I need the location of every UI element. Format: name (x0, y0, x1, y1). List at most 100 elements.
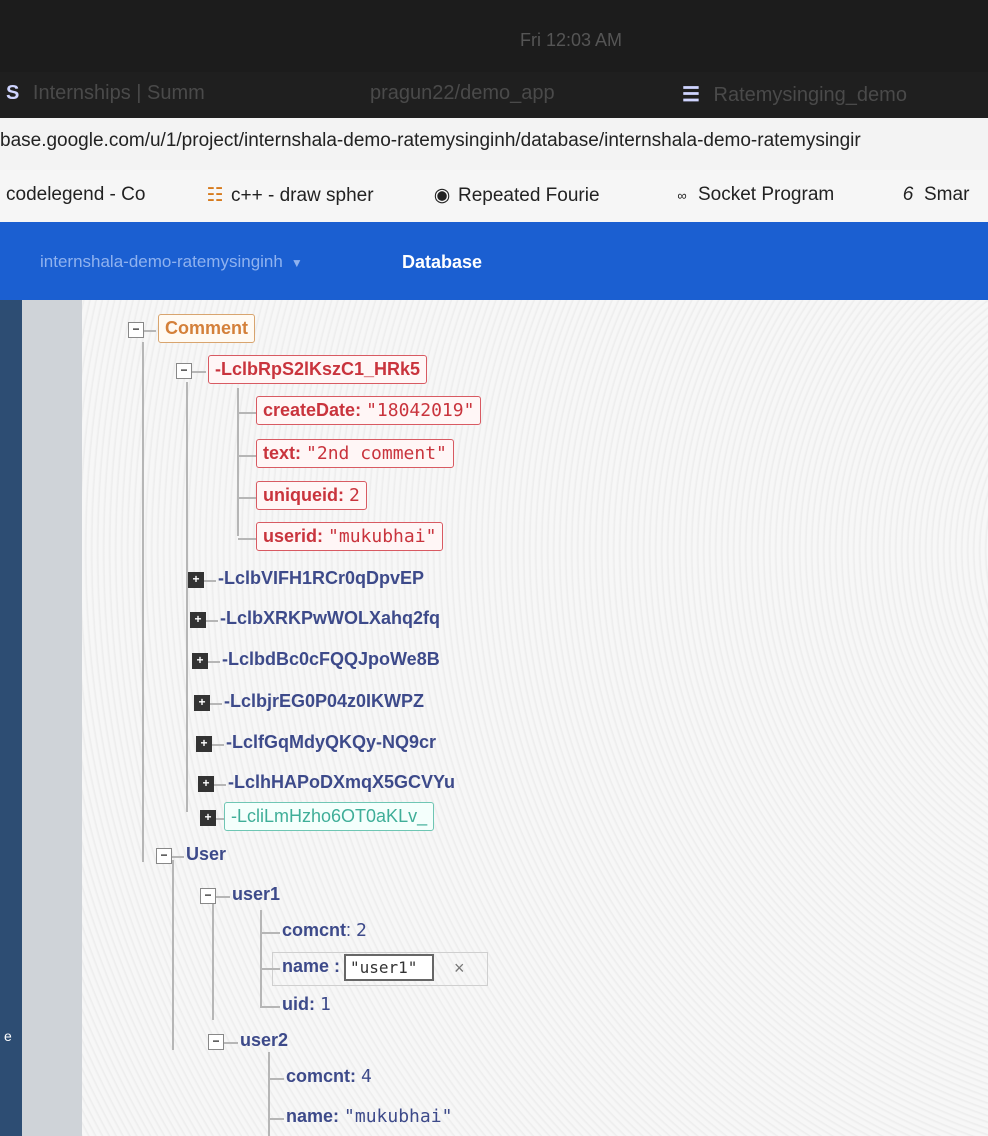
tree-connector (212, 900, 214, 1020)
field-comcnt[interactable]: comcnt: 4 (286, 1066, 372, 1087)
tree-connector (260, 1006, 280, 1008)
field-uniqueid[interactable]: uniqueid: 2 (256, 481, 367, 510)
tree-connector (192, 371, 206, 373)
field-comcnt[interactable]: comcnt: 2 (282, 920, 367, 941)
value-edit-input[interactable]: "user1" (344, 954, 434, 981)
bookmark-socket-program[interactable]: ∞ Socket Program (672, 184, 834, 206)
expand-toggle[interactable]: + (200, 810, 216, 826)
node-collapsed-key[interactable]: -LclbdBc0cFQQJpoWe8B (222, 649, 440, 670)
field-value: 2 (349, 485, 360, 506)
bookmark-repeated-fourier[interactable]: ◉ Repeated Fourie (432, 184, 600, 207)
node-collapsed-key[interactable]: -LclfGqMdyQKQy-NQ9cr (226, 732, 436, 753)
bookmark-label: Repeated Fourie (458, 185, 600, 206)
tree-connector (216, 896, 230, 898)
tree-connector (172, 856, 184, 858)
bookmark-label: Socket Program (698, 184, 835, 205)
tab-label: Internships | Summ (32, 82, 205, 104)
collapse-toggle[interactable]: − (200, 888, 216, 904)
tree-connector (204, 580, 216, 582)
tree-connector (237, 388, 239, 536)
node-collapsed-key[interactable]: -LclbVIFH1RCr0qDpvEP (218, 568, 424, 589)
tab-demo-app[interactable]: pragun22/demo_app (370, 82, 555, 105)
node-collapsed-key[interactable]: -LclhHAPoDXmqX5GCVYu (228, 772, 455, 793)
field-name[interactable]: name: "mukubhai" (286, 1106, 452, 1127)
tree-connector (260, 932, 280, 934)
node-user2[interactable]: user2 (240, 1030, 288, 1051)
tree-connector (268, 1078, 284, 1080)
bookmark-codelegend[interactable]: codelegend - Co (6, 184, 145, 206)
tree-connector (144, 330, 156, 332)
node-user[interactable]: User (186, 844, 226, 865)
system-clock: Fri 12:03 AM (520, 30, 623, 50)
tree-connector (206, 620, 218, 622)
tree-connector (208, 661, 220, 663)
expand-toggle[interactable]: + (190, 612, 206, 628)
project-selector[interactable]: internshala-demo-ratemysinginh ▼ (40, 252, 303, 272)
collapse-toggle[interactable]: − (156, 848, 172, 864)
database-tree: − Comment − -LclbRpS2lKszC1_HRk5 createD… (82, 300, 988, 1136)
tree-connector (224, 1042, 238, 1044)
bookmarks-bar: codelegend - Co ☷ c++ - draw spher ◉ Repea… (0, 170, 988, 223)
field-key: createDate (263, 400, 356, 420)
left-nav-rail (0, 300, 22, 1136)
collapse-toggle[interactable]: − (208, 1034, 224, 1050)
field-userid[interactable]: userid: "mukubhai" (256, 522, 444, 551)
tab-ratemysinging[interactable]: ☰ Ratemysinging_demo (682, 82, 907, 107)
close-icon[interactable]: × (454, 958, 465, 979)
collapse-toggle[interactable]: − (176, 363, 192, 379)
tree-connector (260, 910, 262, 1008)
expand-toggle[interactable]: + (192, 653, 208, 669)
field-key: comcnt (282, 920, 347, 940)
tab-label: Ratemysinging_demo (713, 84, 907, 106)
tree-connector (142, 342, 144, 862)
firebase-header: internshala-demo-ratemysinginh ▼ Database (0, 222, 988, 300)
bookmark-label: Smar (924, 184, 970, 205)
tab-internships[interactable]: S Internships | Summ (6, 82, 205, 105)
bookmark-cpp-draw-sphere[interactable]: ☷ c++ - draw spher (205, 184, 374, 207)
system-top-bar: Fri 12:03 AM (0, 0, 988, 72)
field-key: name (286, 1106, 334, 1126)
field-value: "2nd comment" (306, 443, 447, 464)
field-key: uid (282, 994, 309, 1014)
field-key: comcnt (286, 1066, 351, 1086)
node-collapsed-key[interactable]: -LclbjrEG0P04z0IKWPZ (224, 691, 424, 712)
tree-connector (238, 497, 256, 499)
expand-toggle[interactable]: + (194, 695, 210, 711)
expand-toggle[interactable]: + (198, 776, 214, 792)
field-key: userid (263, 526, 318, 546)
chevron-down-icon: ▼ (290, 256, 303, 270)
tree-connector (210, 703, 222, 705)
gg-icon: ∞ (677, 188, 687, 203)
field-createdate[interactable]: createDate: "18042019" (256, 396, 482, 425)
tree-connector (238, 455, 256, 457)
node-expanded-key[interactable]: -LclbRpS2lKszC1_HRk5 (208, 355, 428, 384)
bookmark-smart[interactable]: 6 Smar (898, 184, 970, 206)
field-key: uniqueid (263, 485, 338, 505)
node-user1[interactable]: user1 (232, 884, 280, 905)
field-value: "mukubhai" (344, 1106, 453, 1127)
internshala-icon: S (6, 82, 20, 104)
project-name: internshala-demo-ratemysinginh (40, 252, 283, 271)
field-text[interactable]: text: "2nd comment" (256, 439, 454, 468)
bookmark-label: c++ - draw spher (231, 185, 374, 206)
bookmark-label: codelegend - Co (6, 184, 146, 205)
screen: Fri 12:03 AM S Internships | Summ pragun… (0, 0, 988, 1136)
tab-label: pragun22/demo_app (370, 82, 555, 104)
field-uid[interactable]: uid: 1 (282, 994, 331, 1015)
field-value: 4 (361, 1066, 372, 1087)
page-title: Database (402, 252, 483, 272)
field-key: text (263, 443, 296, 463)
field-value: 2 (356, 920, 367, 941)
expand-toggle[interactable]: + (196, 736, 212, 752)
browser-tab-strip: S Internships | Summ pragun22/demo_app ☰… (0, 72, 988, 118)
field-name-label: name (282, 956, 330, 976)
tree-connector (268, 1052, 270, 1136)
address-bar[interactable]: base.google.com/u/1/project/internshala-… (0, 118, 988, 171)
collapse-toggle[interactable]: − (128, 322, 144, 338)
url-text[interactable]: base.google.com/u/1/project/internshala-… (0, 130, 861, 152)
node-comment[interactable]: Comment (158, 314, 256, 343)
node-collapsed-key[interactable]: -LclbXRKPwWOLXahq2fq (220, 608, 440, 629)
tree-connector (238, 412, 256, 414)
expand-toggle[interactable]: + (188, 572, 204, 588)
node-collapsed-key-highlighted[interactable]: -LcliLmHzho6OT0aKLv_ (224, 802, 435, 831)
